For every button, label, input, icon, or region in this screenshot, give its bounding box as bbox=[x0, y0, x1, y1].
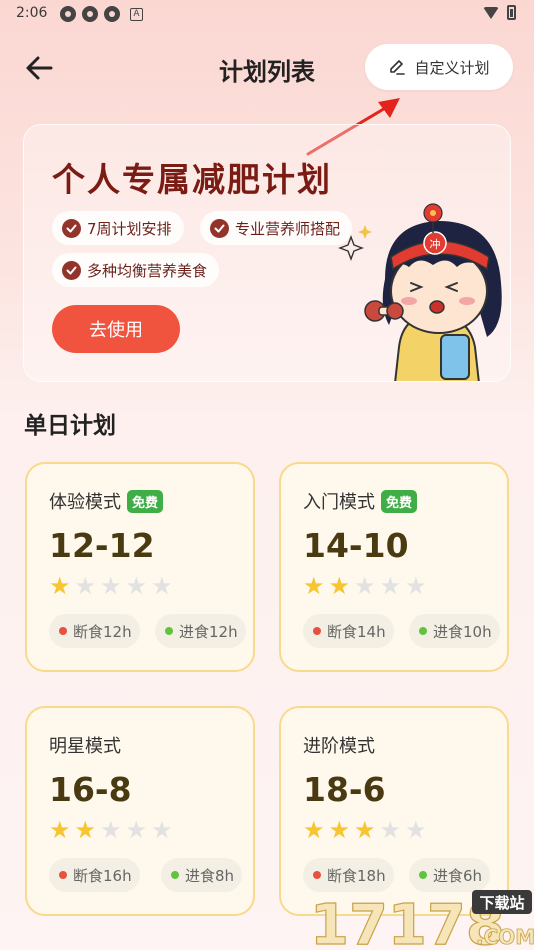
free-badge: 免费 bbox=[127, 489, 164, 513]
eat-dot-icon bbox=[165, 627, 173, 635]
system-icons bbox=[483, 5, 516, 20]
plan-name: 进阶模式 bbox=[303, 736, 375, 757]
notification-a-icon: A bbox=[130, 8, 143, 21]
promo-banner: 个人专属减肥计划 7周计划安排 专业营养师搭配 多种均衡营养美食 去使用 冲 bbox=[23, 124, 511, 382]
eat-duration-pill: 进食10h bbox=[409, 614, 500, 648]
plan-ratio: 16-8 bbox=[49, 770, 132, 809]
eat-duration-label: 进食8h bbox=[185, 866, 235, 885]
notification-app-icon bbox=[104, 6, 120, 22]
star-empty-icon: ★ bbox=[405, 572, 427, 600]
header: 计划列表 自定义计划 bbox=[0, 40, 534, 96]
plan-ratio: 18-6 bbox=[303, 770, 386, 809]
plan-name-row: 明星模式 bbox=[49, 732, 121, 758]
pencil-icon bbox=[390, 60, 406, 75]
plan-name: 体验模式 bbox=[49, 492, 121, 513]
feature-label: 多种均衡营养美食 bbox=[87, 261, 208, 280]
status-bar: 2:06 A bbox=[0, 0, 534, 28]
eat-duration-label: 进食12h bbox=[179, 622, 238, 641]
watermark-logo: 17178 下载站 .COM bbox=[309, 890, 534, 950]
eat-dot-icon bbox=[419, 871, 427, 879]
star-filled-icon: ★ bbox=[328, 572, 351, 600]
plan-card[interactable]: 明星模式 16-8 ★ ★ ★ ★ ★ 断食16h 进食8h bbox=[25, 706, 255, 916]
feature-label: 7周计划安排 bbox=[87, 219, 172, 238]
eat-duration-label: 进食6h bbox=[433, 866, 483, 885]
banner-title: 个人专属减肥计划 bbox=[52, 160, 332, 199]
free-badge: 免费 bbox=[381, 489, 418, 513]
notification-app-icon bbox=[60, 6, 76, 22]
mascot-badge-text: 冲 bbox=[430, 237, 441, 251]
feature-tag: 7周计划安排 bbox=[52, 211, 184, 245]
plan-card[interactable]: 进阶模式 18-6 ★ ★ ★ ★ ★ 断食18h 进食6h bbox=[279, 706, 509, 916]
feature-label: 专业营养师搭配 bbox=[235, 219, 341, 238]
star-empty-icon: ★ bbox=[354, 572, 376, 600]
star-filled-icon: ★ bbox=[328, 816, 351, 844]
fast-dot-icon bbox=[313, 627, 321, 635]
star-empty-icon: ★ bbox=[125, 572, 148, 600]
plan-name: 入门模式 bbox=[303, 492, 375, 513]
notification-icons: A bbox=[60, 6, 143, 22]
star-empty-icon: ★ bbox=[405, 816, 427, 844]
fast-duration-pill: 断食12h bbox=[49, 614, 140, 648]
eat-duration-pill: 进食8h bbox=[161, 858, 243, 892]
star-empty-icon: ★ bbox=[100, 816, 122, 844]
star-filled-icon: ★ bbox=[354, 816, 376, 844]
fast-duration-label: 断食18h bbox=[327, 866, 386, 885]
star-filled-icon: ★ bbox=[74, 816, 97, 844]
fast-duration-pill: 断食14h bbox=[303, 614, 394, 648]
eat-dot-icon bbox=[171, 871, 179, 879]
star-filled-icon: ★ bbox=[303, 572, 325, 600]
fast-duration-label: 断食16h bbox=[73, 866, 132, 885]
plan-ratio: 14-10 bbox=[303, 526, 409, 565]
star-empty-icon: ★ bbox=[125, 816, 148, 844]
mascot-illustration: 冲 bbox=[338, 203, 502, 381]
fast-dot-icon bbox=[59, 871, 67, 879]
plan-card[interactable]: 入门模式 免费 14-10 ★ ★ ★ ★ ★ 断食14h 进食10h bbox=[279, 462, 509, 672]
check-icon bbox=[62, 260, 81, 280]
battery-icon bbox=[507, 5, 516, 20]
plan-name-row: 体验模式 免费 bbox=[49, 488, 164, 514]
fast-duration-label: 断食12h bbox=[73, 622, 132, 641]
rating-stars: ★ ★ ★ ★ ★ bbox=[49, 818, 173, 842]
eat-dot-icon bbox=[419, 627, 427, 635]
fast-duration-label: 断食14h bbox=[327, 622, 386, 641]
use-button[interactable]: 去使用 bbox=[52, 305, 180, 353]
watermark-suffix: .COM bbox=[476, 925, 534, 949]
fast-duration-pill: 断食16h bbox=[49, 858, 140, 892]
star-empty-icon: ★ bbox=[379, 572, 402, 600]
eat-duration-pill: 进食12h bbox=[155, 614, 246, 648]
plan-card[interactable]: 体验模式 免费 12-12 ★ ★ ★ ★ ★ 断食12h 进食12h bbox=[25, 462, 255, 672]
star-empty-icon: ★ bbox=[100, 572, 122, 600]
custom-plan-button[interactable]: 自定义计划 bbox=[365, 44, 513, 90]
star-filled-icon: ★ bbox=[49, 572, 71, 600]
star-filled-icon: ★ bbox=[49, 816, 71, 844]
star-empty-icon: ★ bbox=[74, 572, 97, 600]
star-empty-icon: ★ bbox=[379, 816, 402, 844]
watermark-tag: 下载站 bbox=[479, 894, 524, 912]
rating-stars: ★ ★ ★ ★ ★ bbox=[303, 574, 427, 598]
fast-dot-icon bbox=[313, 871, 321, 879]
rating-stars: ★ ★ ★ ★ ★ bbox=[303, 818, 427, 842]
plan-name-row: 进阶模式 bbox=[303, 732, 375, 758]
rating-stars: ★ ★ ★ ★ ★ bbox=[49, 574, 173, 598]
wifi-icon bbox=[483, 6, 499, 19]
star-empty-icon: ★ bbox=[151, 572, 173, 600]
plan-name: 明星模式 bbox=[49, 736, 121, 757]
plan-name-row: 入门模式 免费 bbox=[303, 488, 418, 514]
feature-tag: 多种均衡营养美食 bbox=[52, 253, 220, 287]
check-icon bbox=[210, 218, 229, 238]
section-title: 单日计划 bbox=[24, 413, 116, 439]
check-icon bbox=[62, 218, 81, 238]
star-filled-icon: ★ bbox=[303, 816, 325, 844]
eat-duration-label: 进食10h bbox=[433, 622, 492, 641]
fast-dot-icon bbox=[59, 627, 67, 635]
plan-ratio: 12-12 bbox=[49, 526, 155, 565]
notification-app-icon bbox=[82, 6, 98, 22]
custom-plan-label: 自定义计划 bbox=[414, 58, 490, 77]
star-empty-icon: ★ bbox=[151, 816, 173, 844]
status-time: 2:06 bbox=[16, 5, 48, 21]
